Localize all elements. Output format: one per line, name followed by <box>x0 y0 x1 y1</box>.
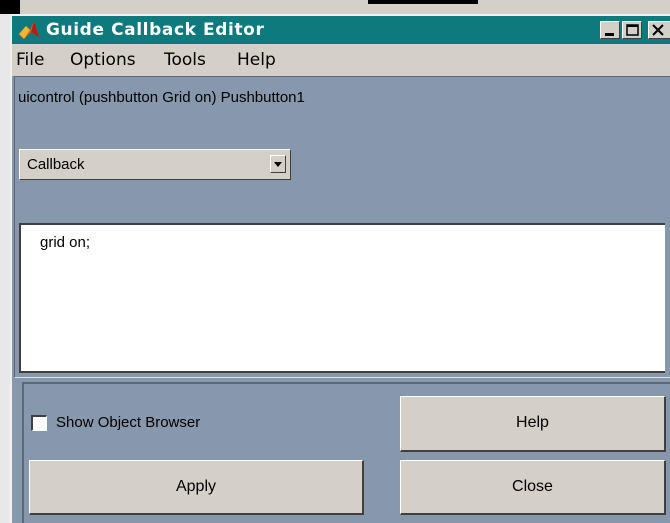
apply-button-label: Apply <box>175 478 217 495</box>
apply-button[interactable]: Apply <box>29 460 364 515</box>
maximize-icon <box>626 24 639 36</box>
close-button[interactable]: Close <box>400 460 666 515</box>
menu-file[interactable]: File <box>16 50 44 70</box>
object-description-label: uicontrol (pushbutton Grid on) Pushbutto… <box>18 89 305 106</box>
menu-options[interactable]: Options <box>70 50 136 70</box>
matlab-logo-icon <box>19 21 39 39</box>
callback-code-text: grid on; <box>40 234 91 251</box>
close-window-button[interactable] <box>648 21 670 39</box>
title-bar[interactable]: Guide Callback Editor <box>12 16 670 44</box>
dropdown-arrow-button[interactable] <box>270 155 286 173</box>
callback-type-dropdown[interactable]: Callback <box>19 149 291 180</box>
help-button-label: Help <box>516 414 549 431</box>
window-title: Guide Callback Editor <box>46 20 265 40</box>
show-object-browser-checkbox[interactable] <box>31 415 47 431</box>
help-button[interactable]: Help <box>400 396 666 452</box>
chevron-down-icon <box>274 162 282 167</box>
menu-help[interactable]: Help <box>237 50 276 70</box>
show-object-browser-label: Show Object Browser <box>56 414 201 431</box>
maximize-button[interactable] <box>622 21 642 39</box>
close-icon <box>652 24 664 36</box>
callback-type-value: Callback <box>27 156 85 173</box>
minimize-icon <box>605 33 614 36</box>
menu-tools[interactable]: Tools <box>164 50 206 70</box>
callback-code-editor[interactable]: grid on; <box>19 223 665 373</box>
background-window-strip <box>0 0 670 14</box>
background-toolbar-segment <box>0 0 20 14</box>
minimize-button[interactable] <box>600 21 620 39</box>
close-button-label: Close <box>512 478 553 495</box>
background-toolbar-segment <box>368 0 478 4</box>
menu-bar: File Options Tools Help <box>12 44 670 76</box>
